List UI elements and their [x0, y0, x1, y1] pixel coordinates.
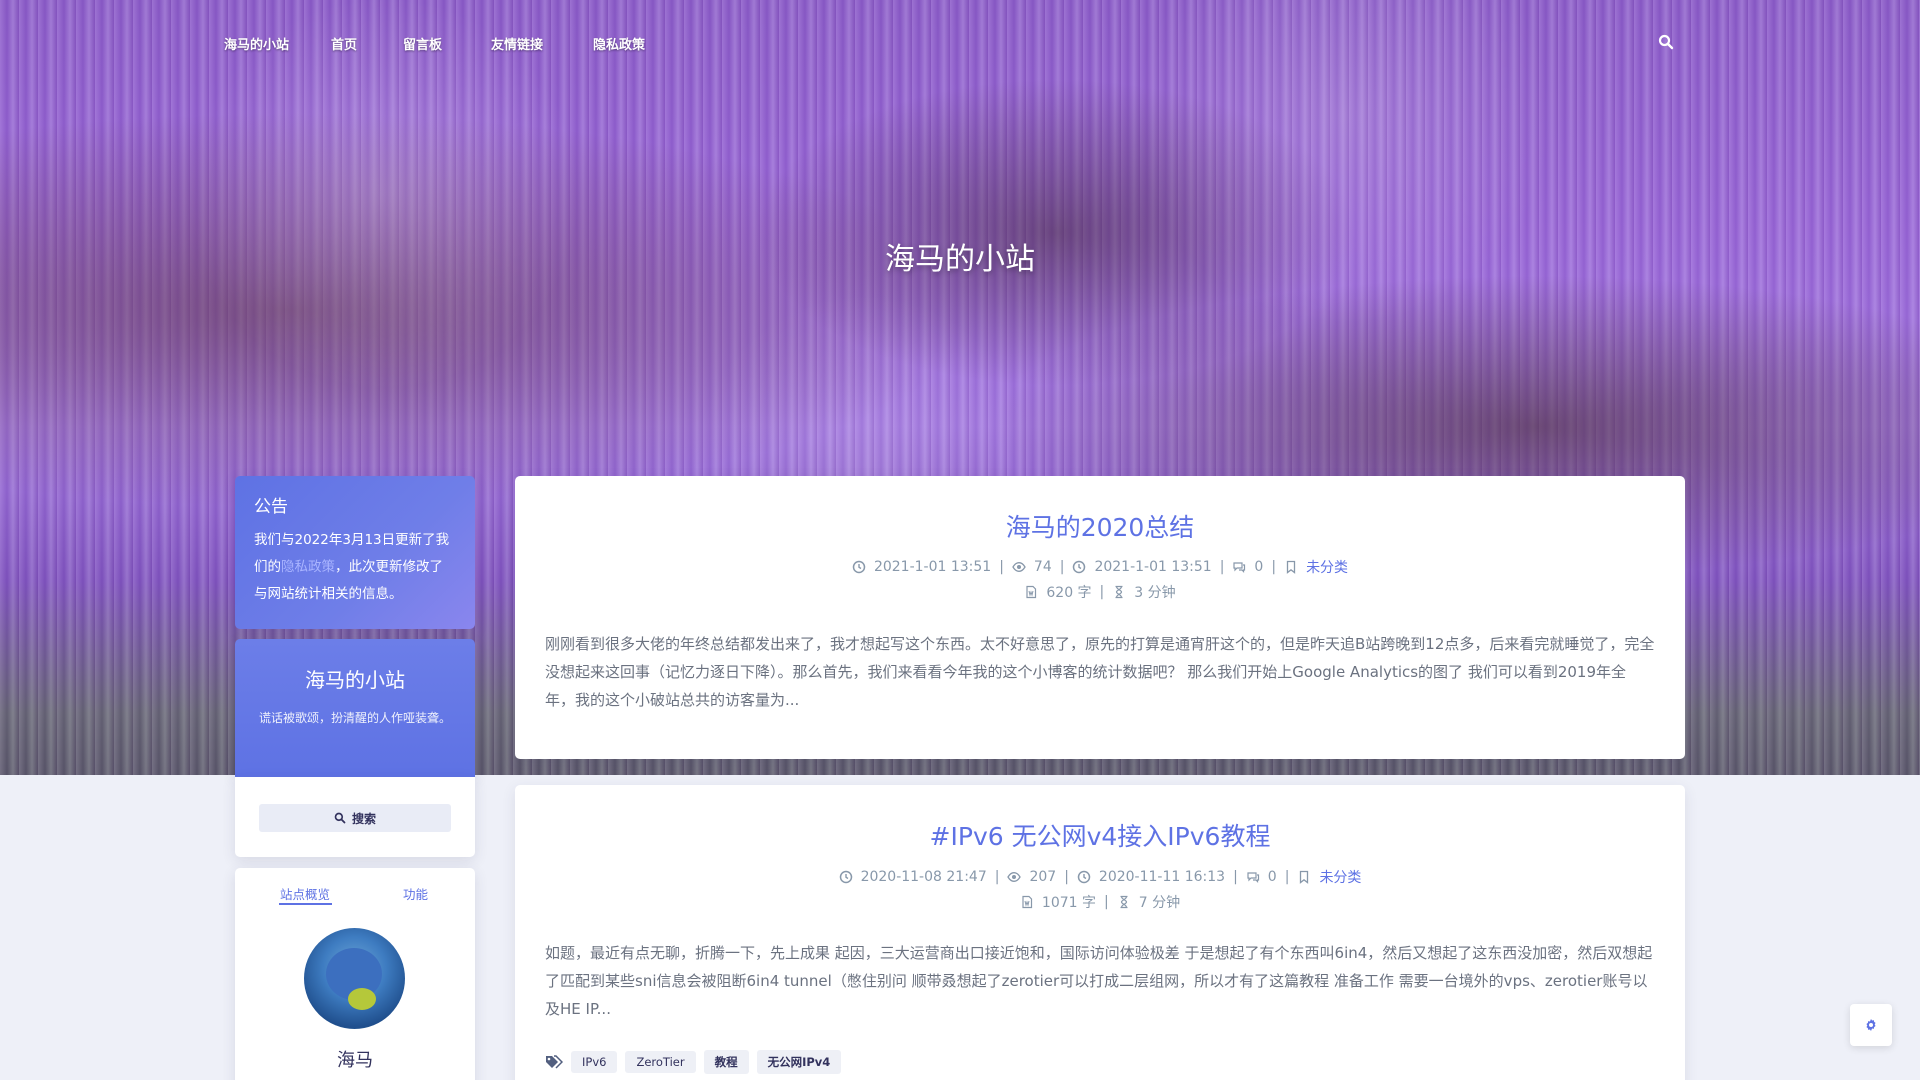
clock-icon: [852, 560, 866, 574]
meta-separator: |: [1271, 559, 1277, 575]
meta-separator: |: [1099, 584, 1105, 600]
nav-item-privacy[interactable]: 隐私政策: [593, 34, 645, 53]
post-card: 海马的2020总结 2021-1-01 13:51 | 74 | 2021-1-…: [515, 476, 1685, 759]
clock-icon: [1077, 870, 1091, 884]
nav-brand[interactable]: 海马的小站: [224, 34, 289, 53]
post-title[interactable]: 海马的2020总结: [515, 508, 1685, 544]
meta-separator: |: [1104, 894, 1109, 910]
gear-icon: [1866, 1019, 1876, 1031]
site-card-title: 海马的小站: [305, 668, 405, 692]
bookmark-icon: [1300, 870, 1309, 884]
word-file-icon: [1022, 895, 1033, 909]
tab-site-overview[interactable]: 站点概览: [280, 884, 330, 903]
post-stats: 620 字 | 3 分钟: [515, 582, 1685, 602]
notice-body: 我们与2022年3月13日更新了我们的隐私政策，此次更新修改了与网站统计相关的信…: [254, 527, 456, 608]
post-card: #IPv6 无公网v4接入IPv6教程 2020-11-08 21:47 | 2…: [515, 785, 1685, 1080]
post-updated: 2021-1-01 13:51: [1094, 559, 1212, 575]
post-excerpt: 如题，最近有点无聊，折腾一下，先上成果 起因，三大运营商出口接近饱和，国际访问体…: [545, 944, 1653, 1018]
clock-icon: [1073, 560, 1086, 574]
search-button[interactable]: 搜索: [259, 804, 451, 832]
meta-separator: |: [1284, 869, 1290, 885]
post-views: 74: [1033, 559, 1052, 575]
comments-icon: [1247, 872, 1259, 883]
post-comments: 0: [1254, 559, 1264, 575]
tag-item[interactable]: IPv6: [571, 1051, 618, 1073]
bookmark-icon: [1286, 560, 1296, 574]
post-title[interactable]: #IPv6 无公网v4接入IPv6教程: [515, 817, 1685, 853]
tab-functions[interactable]: 功能: [403, 884, 428, 903]
eye-icon: [1012, 562, 1026, 572]
post-read-time: 3 分钟: [1134, 585, 1176, 601]
tag-item[interactable]: ZeroTier: [625, 1051, 696, 1073]
top-nav: 海马的小站 首页 留言板 友情链接 隐私政策: [0, 0, 1920, 86]
search-icon: [334, 812, 346, 824]
hourglass-icon: [1115, 585, 1123, 599]
post-stats: 1071 字 | 7 分钟: [515, 892, 1685, 912]
eye-icon: [1007, 872, 1022, 882]
post-excerpt: 刚刚看到很多大佬的年终总结都发出来了，我才想起写这个东西。太不好意思了，原先的打…: [545, 635, 1655, 709]
post-tags: IPv6 ZeroTier 教程 无公网IPv4: [545, 1050, 842, 1074]
comments-icon: [1233, 562, 1246, 573]
post-read-time: 7 分钟: [1138, 895, 1181, 911]
post-published: 2021-1-01 13:51: [873, 559, 992, 575]
meta-separator: |: [1219, 559, 1225, 575]
nav-item-home[interactable]: 首页: [331, 34, 357, 53]
site-card: 海马的小站 谎话被歌颂，扮清醒的人作哑装聋。: [235, 639, 475, 777]
notice-title: 公告: [254, 497, 288, 517]
post-updated: 2020-11-11 16:13: [1098, 869, 1226, 885]
search-icon[interactable]: [1658, 34, 1674, 50]
notice-card: 公告 我们与2022年3月13日更新了我们的隐私政策，此次更新修改了与网站统计相…: [235, 476, 475, 629]
post-meta: 2020-11-08 21:47 | 207 | 2020-11-11 16:1…: [515, 867, 1685, 887]
nav-item-links[interactable]: 友情链接: [491, 34, 543, 53]
search-card: 搜索: [235, 777, 475, 857]
meta-separator: |: [994, 869, 1000, 885]
author-name: 海马: [337, 1050, 373, 1071]
meta-separator: |: [1233, 869, 1238, 885]
privacy-policy-link[interactable]: 隐私政策: [281, 559, 335, 575]
post-words: 1071 字: [1041, 895, 1096, 911]
meta-separator: |: [999, 559, 1004, 575]
post-views: 207: [1029, 869, 1057, 885]
site-card-subtitle: 谎话被歌颂，扮清醒的人作哑装聋。: [258, 711, 451, 725]
meta-separator: |: [1059, 559, 1065, 575]
hero-title: 海马的小站: [885, 242, 1035, 277]
tag-item[interactable]: 教程: [703, 1050, 749, 1074]
active-tab-indicator: [279, 903, 332, 905]
settings-button[interactable]: [1850, 1004, 1892, 1046]
word-file-icon: [1026, 585, 1037, 599]
post-published: 2020-11-08 21:47: [860, 869, 987, 885]
post-category[interactable]: 未分类: [1319, 867, 1361, 887]
post-words: 620 字: [1046, 585, 1092, 601]
search-button-label: 搜索: [351, 811, 376, 826]
post-comments: 0: [1267, 869, 1277, 885]
clock-icon: [839, 870, 852, 884]
tags-icon: [546, 1055, 563, 1069]
post-meta: 2021-1-01 13:51 | 74 | 2021-1-01 13:51 |…: [515, 557, 1685, 577]
hourglass-icon: [1120, 895, 1128, 909]
avatar: [304, 928, 405, 1029]
meta-separator: |: [1064, 869, 1069, 885]
nav-item-guestbook[interactable]: 留言板: [403, 34, 442, 53]
post-category[interactable]: 未分类: [1306, 557, 1348, 577]
tag-item[interactable]: 无公网IPv4: [756, 1050, 842, 1074]
